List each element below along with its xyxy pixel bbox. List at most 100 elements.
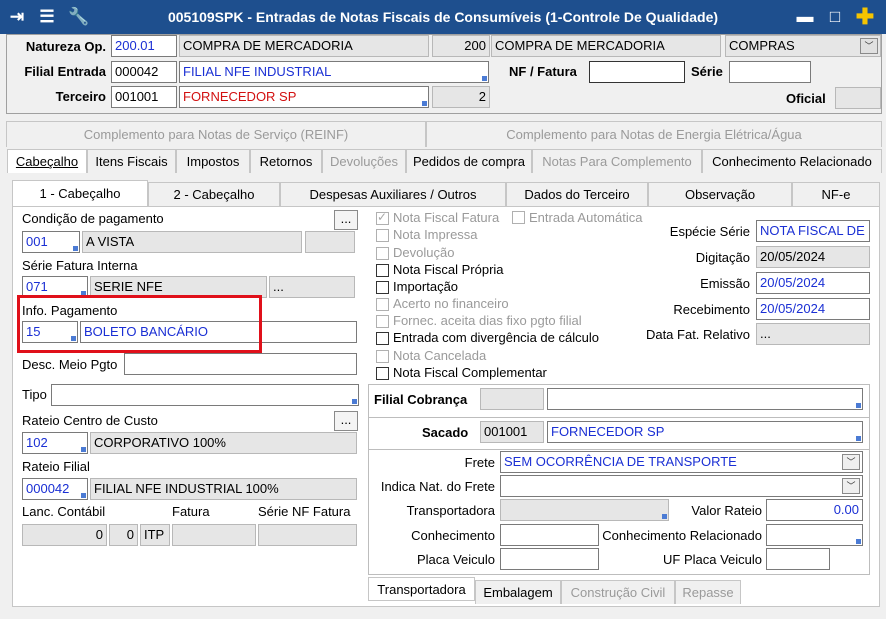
tab-construcao-civil[interactable]: Construção Civil [561, 580, 675, 604]
flag-checkbox[interactable] [376, 247, 389, 260]
data-fat-field[interactable]: ... [756, 323, 870, 345]
oficial-label: Oficial [786, 91, 826, 106]
tab-conhecimento-relacionado[interactable]: Conhecimento Relacionado [702, 149, 882, 173]
flag-checkbox[interactable] [376, 350, 389, 363]
cond-pag-code-field[interactable]: 001 [22, 231, 80, 253]
rateio-cc-label: Rateio Centro de Custo [22, 413, 158, 428]
desc-meio-input[interactable] [124, 353, 357, 375]
lanc-v1-field: 0 [22, 524, 107, 546]
rateio-cc-code-field[interactable]: 102 [22, 432, 88, 454]
tab-nfe[interactable]: NF-e [792, 182, 880, 206]
entrada-automatica-label: Entrada Automática [529, 210, 643, 225]
tipo-label: Tipo [22, 387, 47, 402]
filial-desc-text: FILIAL NFE INDUSTRIAL [183, 64, 332, 79]
minimize-icon[interactable]: ▬ [794, 6, 816, 28]
sacado-desc-field: FORNECEDOR SP [547, 421, 863, 443]
natureza-code2-field: 200 [432, 35, 490, 57]
uf-placa-label: UF Placa Veiculo [663, 552, 762, 567]
terceiro-num-field: 2 [432, 86, 490, 108]
entrada-automatica-checkbox[interactable] [512, 211, 525, 224]
indica-label: Indica Nat. do Frete [380, 479, 495, 494]
flag-checkbox[interactable] [376, 229, 389, 242]
natureza-code-field[interactable]: 200.01 [111, 35, 177, 57]
nf-fatura-input[interactable] [589, 61, 685, 83]
tab-2-cabecalho[interactable]: 2 - Cabeçalho [148, 182, 280, 206]
conh-rel-label: Conhecimento Relacionado [602, 528, 762, 543]
terceiro-desc-field: FORNECEDOR SP [179, 86, 429, 108]
tab-repasse[interactable]: Repasse [675, 580, 741, 604]
digitacao-label: Digitação [695, 250, 750, 265]
sacado-desc-text: FORNECEDOR SP [551, 424, 665, 439]
flag-checkbox[interactable] [376, 281, 389, 294]
flag-label: Entrada com divergência de cálculo [393, 330, 599, 345]
sacado-code-field[interactable]: 001001 [480, 421, 544, 443]
flag-label: Nota Fiscal Fatura [393, 210, 500, 225]
rateio-filial-desc-field: FILIAL NFE INDUSTRIAL 100% [90, 478, 357, 500]
cond-pag-desc-field: A VISTA [82, 231, 302, 253]
tab-notas-complemento[interactable]: Notas Para Complemento [532, 149, 702, 173]
lanc-v2-field: 0 [109, 524, 138, 546]
indica-select[interactable]: ﹀ [500, 475, 863, 497]
tab-cabecalho[interactable]: Cabeçalho [7, 149, 87, 173]
frete-value: SEM OCORRÊNCIA DE TRANSPORTE [504, 454, 737, 469]
natureza-tipo-select[interactable]: COMPRAS ﹀ [725, 35, 881, 57]
filial-code-field[interactable]: 000042 [111, 61, 177, 83]
especie-field[interactable]: NOTA FISCAL DE S [756, 220, 870, 242]
tab-embalagem[interactable]: Embalagem [475, 580, 561, 604]
terceiro-code-field[interactable]: 001001 [111, 86, 177, 108]
tab-complemento-reinf[interactable]: Complemento para Notas de Serviço (REINF… [6, 121, 426, 147]
flag-checkbox[interactable] [376, 315, 389, 328]
tipo-input[interactable] [51, 384, 359, 406]
valor-rateio-field[interactable]: 0.00 [766, 499, 863, 521]
flag-checkbox[interactable] [376, 210, 389, 225]
natureza-label: Natureza Op. [25, 39, 106, 54]
tab-dados-terceiro[interactable]: Dados do Terceiro [506, 182, 648, 206]
rateio-cc-ellipsis-button[interactable]: ... [334, 411, 358, 431]
tab-devolucoes[interactable]: Devoluções [322, 149, 406, 173]
transportadora-label: Transportadora [406, 503, 495, 518]
emissao-field[interactable]: 20/05/2024 [756, 272, 870, 294]
flag-checkbox[interactable] [376, 298, 389, 311]
rateio-filial-code-text: 000042 [26, 481, 70, 496]
tab-despesas[interactable]: Despesas Auxiliares / Outros [280, 182, 506, 206]
tab-complemento-energia[interactable]: Complemento para Notas de Energia Elétri… [426, 121, 882, 147]
transportadora-field[interactable] [500, 499, 669, 521]
flag-checkbox[interactable] [376, 367, 389, 380]
maximize-icon[interactable]: □ [824, 6, 846, 28]
chevron-down-icon[interactable]: ﹀ [842, 478, 860, 494]
uf-placa-input[interactable] [766, 548, 830, 570]
tab-itens-fiscais[interactable]: Itens Fiscais [87, 149, 176, 173]
rateio-filial-code-field[interactable]: 000042 [22, 478, 88, 500]
flag-checkbox[interactable] [376, 332, 389, 345]
placa-input[interactable] [500, 548, 599, 570]
filial-cobranca-desc-field [547, 388, 863, 410]
natureza-tipo-value: COMPRAS [729, 38, 795, 53]
tab-pedidos-compra[interactable]: Pedidos de compra [406, 149, 532, 173]
cond-pag-ellipsis-button[interactable]: ... [334, 210, 358, 230]
cond-pag-extra-field [305, 231, 355, 253]
conhecimento-input[interactable] [500, 524, 599, 546]
tab-retornos[interactable]: Retornos [250, 149, 322, 173]
recebimento-field[interactable]: 20/05/2024 [756, 298, 870, 320]
flag-label: Nota Cancelada [393, 348, 487, 363]
oficial-field [835, 87, 881, 109]
emissao-label: Emissão [700, 276, 750, 291]
add-icon[interactable]: ✚ [854, 6, 876, 28]
flag-checkbox[interactable] [376, 264, 389, 277]
valor-rateio-label: Valor Rateio [691, 503, 762, 518]
conh-rel-input[interactable] [766, 524, 863, 546]
conhecimento-label: Conhecimento [411, 528, 495, 543]
filial-cobranca-code-field[interactable] [480, 388, 544, 410]
frete-select[interactable]: SEM OCORRÊNCIA DE TRANSPORTE ﹀ [500, 451, 863, 473]
serie-nf-field [258, 524, 357, 546]
filial-cobranca-label: Filial Cobrança [374, 392, 468, 407]
filial-label: Filial Entrada [24, 64, 106, 79]
tab-transportadora[interactable]: Transportadora [368, 577, 475, 601]
tab-impostos[interactable]: Impostos [176, 149, 250, 173]
serie-input[interactable] [729, 61, 811, 83]
chevron-down-icon[interactable]: ﹀ [860, 38, 878, 54]
tab-observacao[interactable]: Observação [648, 182, 792, 206]
chevron-down-icon[interactable]: ﹀ [842, 454, 860, 470]
serie-fatura-extra-field[interactable]: ... [269, 276, 355, 298]
tab-1-cabecalho[interactable]: 1 - Cabeçalho [12, 180, 148, 206]
